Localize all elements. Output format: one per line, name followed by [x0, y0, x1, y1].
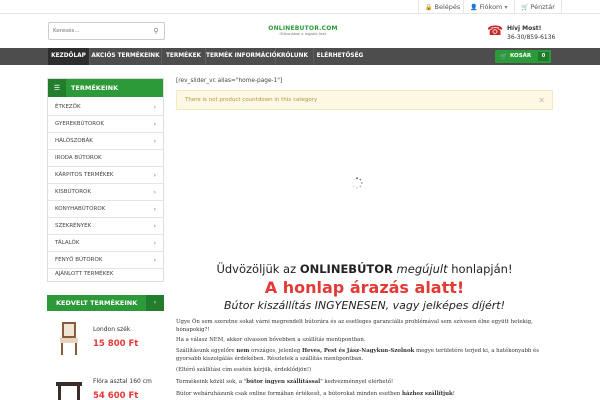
chevron-right-icon: › [153, 121, 156, 128]
category-item[interactable]: ÉTKEZŐK › [48, 99, 163, 116]
delivery-subline: Bútor kiszállítás INGYENESEN, vagy jelké… [223, 299, 506, 312]
category-header: ☰ TERMÉKEINK [48, 79, 163, 97]
phone-contact: ☎ Hívj Most! 36-30/859-6136 [487, 24, 556, 42]
user-icon: 👤 [470, 4, 478, 11]
chevron-right-icon: › [153, 223, 156, 230]
answer-paragraph: Ha a válasz NEM, akkor olvasson bővebben… [176, 337, 366, 343]
free-shipping-paragraph: Termékeink közül sok, a "bútor ingyen sz… [176, 379, 394, 385]
pricing-headline: A honlap árazás alatt! [264, 278, 465, 297]
nav-products[interactable]: TERMÉKEK [162, 48, 206, 65]
chevron-right-icon: › [153, 104, 156, 111]
search-box: ⚲ [48, 22, 165, 40]
nav-sale-products[interactable]: AKCIÓS TERMÉKEINK [90, 48, 162, 65]
category-item[interactable]: GYEREKBÚTOROK › [48, 116, 163, 133]
chair-image [60, 322, 78, 355]
chevron-right-icon: › [153, 206, 156, 213]
chevron-right-icon[interactable]: › [146, 295, 164, 311]
search-icon[interactable]: ⚲ [150, 25, 162, 37]
basket-icon: 🛒 [500, 53, 508, 60]
top-bar: 🔒 Belépés 👤 Fiókom ▾ 🛒 Pénztár [0, 0, 600, 14]
phone-icon: ☎ [487, 24, 504, 39]
nav-about[interactable]: RÓLUNK [276, 48, 314, 65]
countdown-notice: There is not product countdown in this c… [176, 90, 553, 110]
nav-home[interactable]: KEZDŐLAP [48, 48, 90, 65]
chevron-down-icon: ▾ [504, 4, 508, 11]
favorites-header: KEDVELT TERMÉKEINK › [47, 295, 164, 311]
cart-count-badge: 0 [538, 52, 549, 61]
checkout-link[interactable]: 🛒 Pénztár [514, 0, 562, 14]
nav-contact[interactable]: ELÉRHETŐSÉG [314, 48, 366, 65]
site-logo[interactable]: ONLINEBUTOR.COM Otthonában a legjobb ára… [268, 25, 338, 39]
category-item[interactable]: TÁLALÓK › [48, 235, 163, 252]
category-item[interactable]: KISBÚTOROK › [48, 184, 163, 201]
category-item[interactable]: SZEKRÉNYEK › [48, 218, 163, 235]
menu-icon[interactable]: ☰ [48, 79, 66, 97]
cart-button[interactable]: 🛒 KOSÁR 0 [495, 50, 551, 63]
main-nav: KEZDŐLAP AKCIÓS TERMÉKEINK TERMÉKEK TERM… [0, 48, 600, 65]
search-input[interactable] [49, 23, 144, 39]
category-item[interactable]: AJÁNLOTT TERMÉKEK [48, 266, 163, 283]
category-item[interactable]: KONYHABÚTOROK › [48, 201, 163, 218]
chevron-right-icon: › [153, 172, 156, 179]
nav-product-info[interactable]: TERMÉK INFORMÁCIÓK [206, 48, 281, 65]
shipping-paragraph: Szállításunk egyelőre nem országos, jele… [176, 348, 540, 362]
cart-icon: 🛒 [521, 4, 529, 11]
loading-spinner-icon [351, 177, 363, 189]
category-item[interactable]: KÁRPITOS TERMÉKEK › [48, 167, 163, 184]
close-icon[interactable]: ✕ [538, 91, 545, 111]
welcome-heading: Üdvözöljük az ONLINEBÚTOR megújult honla… [216, 262, 513, 276]
chevron-right-icon: › [153, 189, 156, 196]
chevron-right-icon: › [153, 240, 156, 247]
slider-shortcode: [rev_slider_vc alias="home-page-1"] [176, 78, 283, 84]
category-box: ☰ TERMÉKEINK ÉTKEZŐK › GYEREKBÚTOROK › HÁL… [47, 78, 164, 282]
product-card[interactable]: Flóra asztal 160 cm 54 600 Ft [47, 372, 164, 400]
chevron-right-icon: › [153, 138, 156, 145]
address-note: (Eltérő szállítási cím esetén kérjük, ér… [176, 367, 312, 373]
table-image [56, 382, 82, 400]
webshop-paragraph: Bútor webáruházunk csak online formában … [176, 391, 455, 397]
category-item[interactable]: IRODA BÚTOROK [48, 150, 163, 167]
intro-paragraph: Ugye Ön sem szeretne sokat várni megrend… [176, 319, 533, 333]
product-card[interactable]: London szék 15 800 Ft [47, 320, 164, 360]
account-menu[interactable]: 👤 Fiókom ▾ [463, 0, 515, 14]
login-link[interactable]: 🔒 Belépés [418, 0, 466, 14]
lock-icon: 🔒 [425, 4, 433, 11]
category-item[interactable]: HÁLÓSZOBÁK › [48, 133, 163, 150]
